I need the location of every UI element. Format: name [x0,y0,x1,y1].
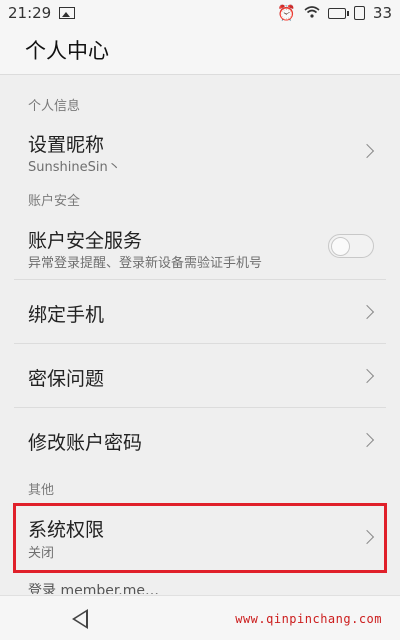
row-partial[interactable]: 登录 member.me… [0,576,400,594]
row-nickname-value: SunshineSin丶 [28,160,121,175]
section-label-personal-info: 个人信息 [28,99,81,114]
row-system-permission[interactable]: 系统权限 关闭 [0,505,400,571]
row-partial-label: 登录 member.me… [28,583,160,594]
row-bind-phone[interactable]: 绑定手机 [0,280,400,344]
row-security-question[interactable]: 密保问题 [0,344,400,408]
battery-icon [327,7,349,19]
row-change-password[interactable]: 修改账户密码 [0,408,400,472]
back-triangle-icon[interactable] [72,609,88,629]
page-title: 个人中心 [25,39,109,63]
row-security-service-desc: 异常登录提醒、登录新设备需验证手机号 [28,256,263,271]
chevron-right-icon [359,432,375,448]
section-label-account-security: 账户安全 [28,194,81,209]
wifi-icon [304,4,320,22]
battery-level: 33 [372,4,392,22]
sim-icon [353,6,365,20]
page-header: 个人中心 [0,26,400,75]
row-security-service[interactable]: 账户安全服务 异常登录提醒、登录新设备需验证手机号 [0,214,400,280]
image-notification-icon [59,7,76,19]
row-system-permission-value: 关闭 [28,546,55,561]
row-nickname-label: 设置昵称 [28,134,105,156]
chevron-right-icon [359,368,375,384]
chevron-right-icon [359,304,375,320]
status-right: ⏰ 33 [277,4,392,22]
security-service-toggle[interactable] [328,234,374,258]
status-time: 21:29 [8,4,52,22]
status-left: 21:29 [8,4,76,22]
status-bar: 21:29 ⏰ 33 [0,0,400,26]
row-nickname[interactable]: 设置昵称 SunshineSin丶 [0,118,400,182]
alarm-icon: ⏰ [277,4,296,22]
watermark: www.qinpinchang.com [235,612,382,626]
chevron-right-icon [359,143,375,159]
row-change-password-label: 修改账户密码 [28,432,143,454]
row-system-permission-label: 系统权限 [28,519,105,541]
row-security-question-label: 密保问题 [28,368,105,390]
toggle-knob [331,237,350,256]
row-security-service-label: 账户安全服务 [28,230,143,252]
chevron-right-icon [359,529,375,545]
section-label-other: 其他 [28,483,55,498]
row-bind-phone-label: 绑定手机 [28,304,105,326]
navigation-bar: www.qinpinchang.com [0,595,400,640]
